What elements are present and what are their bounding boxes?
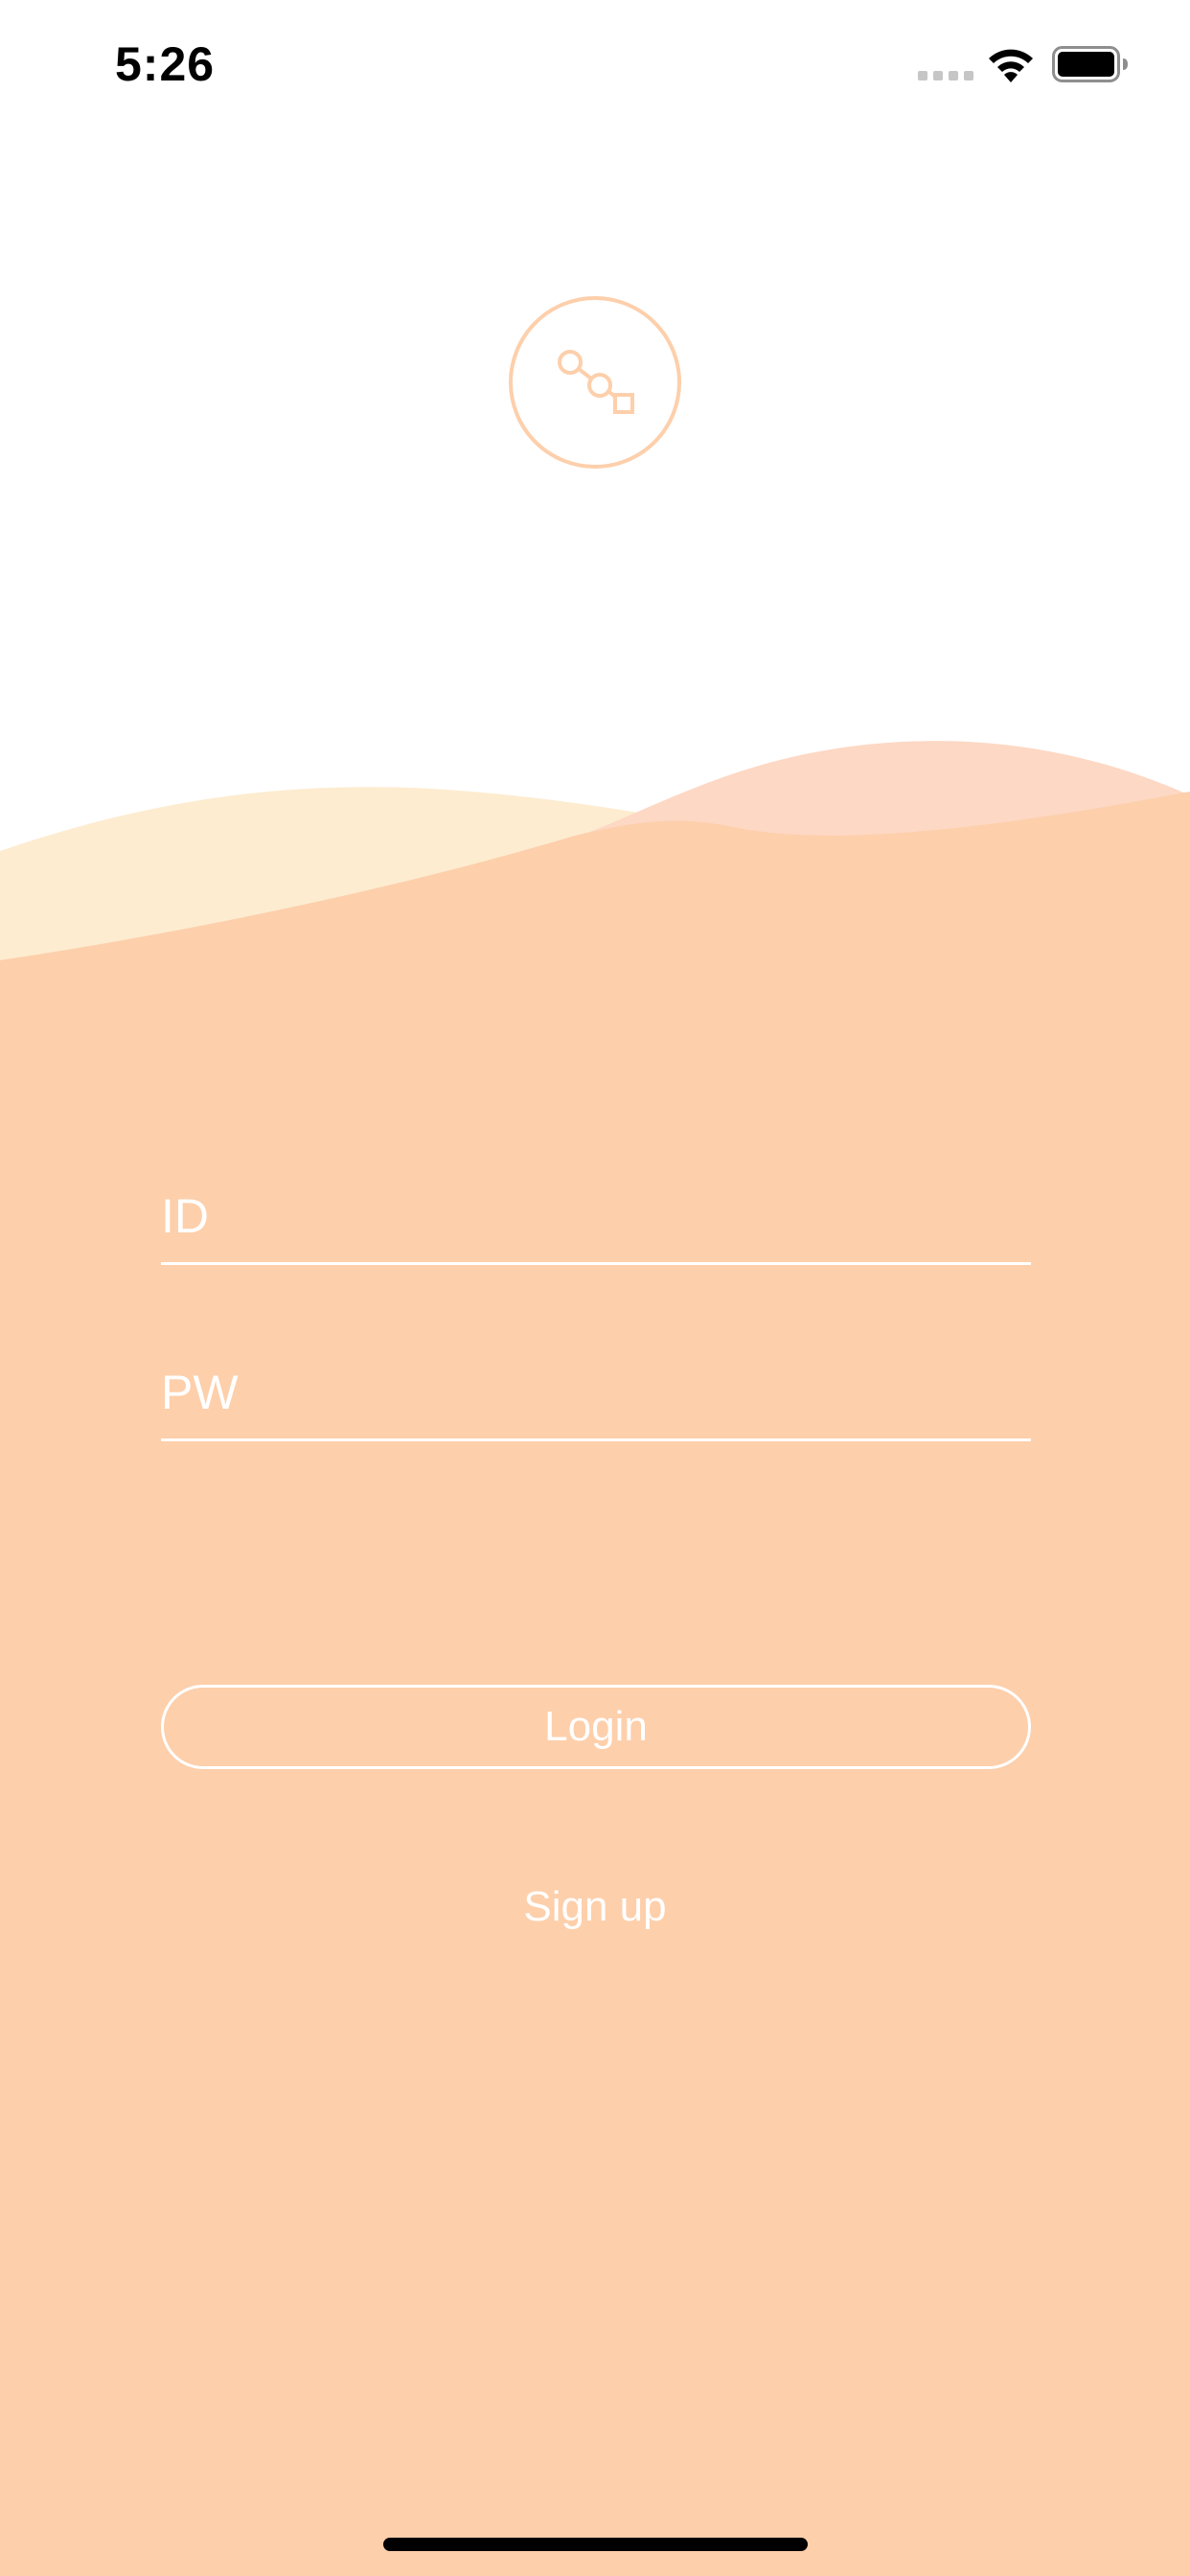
login-button[interactable]: Login xyxy=(161,1685,1031,1769)
wave-background xyxy=(0,741,1190,2576)
id-field xyxy=(161,1169,1031,1265)
password-field xyxy=(161,1346,1031,1441)
connected-nodes-icon xyxy=(509,296,681,469)
status-bar: 5:26 xyxy=(0,0,1190,125)
battery-icon xyxy=(1052,46,1128,82)
signup-link[interactable]: Sign up xyxy=(403,1878,787,1936)
home-indicator xyxy=(383,2538,808,2551)
cellular-signal-icon xyxy=(918,71,973,80)
wifi-icon xyxy=(989,49,1033,82)
id-input[interactable] xyxy=(161,1169,1031,1262)
login-screen: 5:26 ID Login Sign up xyxy=(0,0,1190,2576)
password-input[interactable] xyxy=(161,1346,1031,1438)
status-time: 5:26 xyxy=(115,37,216,91)
login-button-label: Login xyxy=(544,1703,648,1750)
